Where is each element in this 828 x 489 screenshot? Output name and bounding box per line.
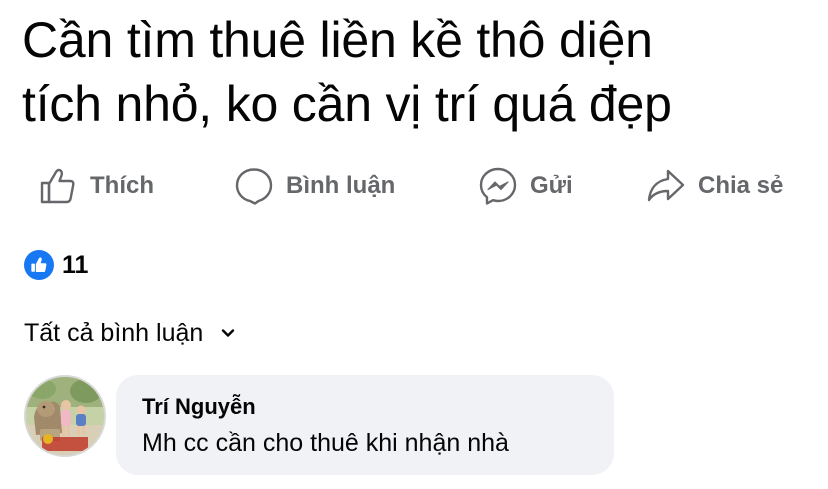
avatar[interactable] xyxy=(24,375,106,457)
comment-label: Bình luận xyxy=(286,172,396,199)
share-label: Chia sẻ xyxy=(698,172,784,199)
post-actions-bar: Thích Bình luận Gửi Chia sẻ xyxy=(0,160,828,212)
comment-bubble-icon xyxy=(234,166,274,206)
comment-text: Mh cc cần cho thuê khi nhận nhà xyxy=(142,429,509,457)
send-label: Gửi xyxy=(530,172,573,199)
post-text: Cần tìm thuê liền kề thô diện tích nhỏ, … xyxy=(22,8,812,136)
post-text-line-2: tích nhỏ, ko cần vị trí quá đẹp xyxy=(22,76,672,132)
like-label: Thích xyxy=(90,172,154,199)
share-button[interactable]: Chia sẻ xyxy=(646,160,783,212)
send-button[interactable]: Gửi xyxy=(478,160,573,212)
reactions-summary[interactable]: 11 xyxy=(24,248,88,282)
thumbs-up-icon xyxy=(38,166,78,206)
like-reaction-icon xyxy=(24,250,54,280)
comment-button[interactable]: Bình luận xyxy=(234,160,395,212)
like-button[interactable]: Thích xyxy=(38,160,154,212)
share-arrow-icon xyxy=(646,166,686,206)
post-text-line-1: Cần tìm thuê liền kề thô diện xyxy=(22,12,653,68)
comments-filter-dropdown[interactable]: Tất cả bình luận xyxy=(24,314,235,352)
comment-item: Trí Nguyễn Mh cc cần cho thuê khi nhận n… xyxy=(24,375,824,485)
comments-filter-label: Tất cả bình luận xyxy=(24,318,204,347)
messenger-icon xyxy=(478,166,518,206)
comment-bubble: Trí Nguyễn Mh cc cần cho thuê khi nhận n… xyxy=(116,375,614,475)
reaction-count: 11 xyxy=(62,250,89,279)
chevron-down-icon xyxy=(221,328,235,338)
comment-author[interactable]: Trí Nguyễn xyxy=(142,393,590,421)
